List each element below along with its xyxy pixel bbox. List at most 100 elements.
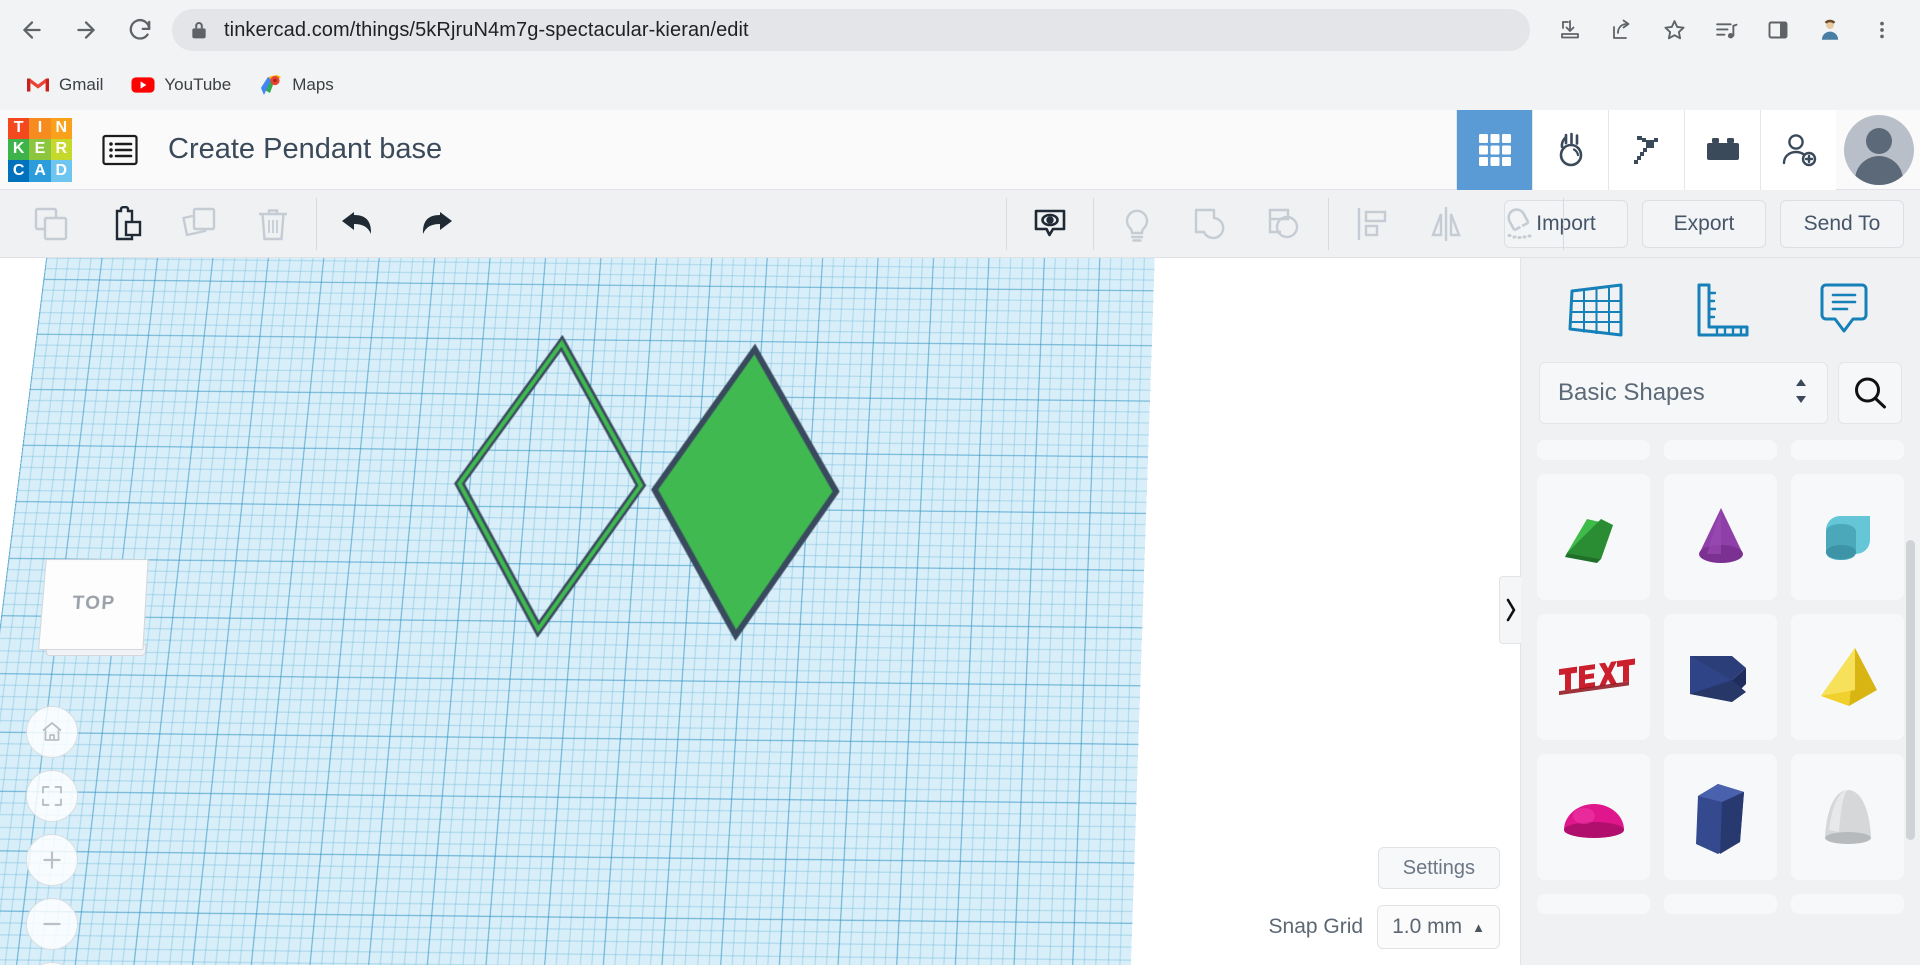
side-panel-icon[interactable]	[1756, 8, 1800, 52]
toolbar-center-group	[1000, 190, 1570, 258]
download-icon[interactable]	[1548, 8, 1592, 52]
shape-grid-wrapper[interactable]	[1521, 440, 1920, 965]
align-button[interactable]	[1335, 190, 1409, 258]
user-avatar[interactable]	[1844, 114, 1914, 185]
canvas-nav-controls	[26, 706, 78, 965]
snap-magnet-button[interactable]	[1483, 190, 1557, 258]
workplane-icon[interactable]	[1558, 271, 1636, 349]
paste-button[interactable]	[88, 190, 162, 258]
invite-person-icon[interactable]	[1760, 109, 1836, 190]
ruler-icon[interactable]	[1681, 271, 1759, 349]
send-to-button[interactable]: Send To	[1780, 199, 1904, 248]
three-dot-menu-icon[interactable]	[1860, 8, 1904, 52]
stepper-arrows-icon	[1793, 375, 1809, 412]
undo-button[interactable]	[323, 190, 397, 258]
lock-icon	[190, 20, 208, 40]
toolbar-divider	[1563, 198, 1564, 250]
logo-letter: E	[29, 138, 51, 161]
bookmark-youtube[interactable]: YouTube	[121, 67, 241, 103]
half-sphere-shape[interactable]	[1537, 754, 1650, 880]
toolbar-divider	[316, 197, 317, 250]
media-list-icon[interactable]	[1704, 8, 1748, 52]
fit-to-view-button[interactable]	[26, 770, 78, 822]
toolbar-divider	[1093, 198, 1094, 250]
ungroup-button[interactable]	[1248, 190, 1322, 258]
toolbar-divider	[1328, 198, 1329, 250]
panel-collapse-button[interactable]	[1499, 576, 1521, 644]
text-shape[interactable]	[1537, 614, 1650, 740]
cone-shape[interactable]	[1664, 474, 1777, 600]
redo-button[interactable]	[397, 190, 471, 258]
logo-letter: D	[50, 160, 72, 182]
shape-tile-partial[interactable]	[1537, 440, 1650, 460]
zoom-out-button[interactable]	[26, 898, 78, 950]
shape-tile-partial[interactable]	[1791, 440, 1904, 460]
grid-apps-icon[interactable]	[1456, 109, 1532, 190]
snap-grid-label: Snap Grid	[1268, 915, 1364, 938]
tinkercad-header: T I N K E R C A D Create Pendant base	[0, 109, 1920, 190]
pyramid-shape[interactable]	[1791, 614, 1904, 740]
search-button[interactable]	[1838, 362, 1902, 424]
browser-nav-bar: tinkercad.com/things/5kRjruN4m7g-spectac…	[0, 0, 1920, 60]
shape-tile-partial[interactable]	[1537, 894, 1650, 914]
diamond-solid-shape[interactable]	[633, 340, 855, 645]
minecraft-pickaxe-icon[interactable]	[1608, 109, 1684, 190]
url-bar[interactable]: tinkercad.com/things/5kRjruN4m7g-spectac…	[172, 9, 1530, 51]
duplicate-button[interactable]	[162, 190, 236, 258]
export-button[interactable]: Export	[1642, 199, 1766, 248]
bookmark-gmail[interactable]: Gmail	[16, 67, 113, 103]
canvas-area[interactable]: Workplane TOP	[0, 258, 1520, 965]
tinkercad-logo[interactable]: T I N K E R C A D	[8, 117, 72, 182]
show-hide-button[interactable]	[1013, 190, 1087, 258]
logo-letter: R	[50, 138, 72, 161]
profile-avatar-icon[interactable]	[1808, 8, 1852, 52]
settings-button[interactable]: Settings	[1377, 847, 1500, 889]
edit-toolbar: Import Export Send To	[0, 190, 1920, 258]
logo-letter: N	[50, 117, 72, 139]
wedge-shape[interactable]	[1537, 474, 1650, 600]
tinkerplay-icon[interactable]	[1532, 109, 1608, 190]
youtube-icon	[131, 73, 155, 97]
project-list-icon[interactable]	[98, 128, 142, 172]
bookmarks-bar: Gmail YouTube Maps	[0, 60, 1920, 110]
zoom-in-button[interactable]	[26, 834, 78, 886]
diamond-outline-shape[interactable]	[436, 334, 662, 638]
back-arrow-icon[interactable]	[10, 8, 54, 52]
logo-letter: A	[29, 160, 51, 182]
half-cylinder-shape[interactable]	[1791, 474, 1904, 600]
polygon-box-shape[interactable]	[1664, 614, 1777, 740]
page-title: Create Pendant base	[168, 133, 443, 165]
shape-category-select[interactable]: Basic Shapes	[1539, 362, 1828, 424]
light-bulb-button[interactable]	[1100, 190, 1174, 258]
snap-grid-select[interactable]: 1.0 mm ▲	[1377, 905, 1500, 949]
paraboloid-shape[interactable]	[1791, 754, 1904, 880]
view-cube-face[interactable]: TOP	[38, 559, 149, 650]
shape-grid	[1537, 440, 1904, 914]
canvas-bottom-controls: Settings Snap Grid 1.0 mm ▲	[1269, 847, 1500, 949]
group-button[interactable]	[1174, 190, 1248, 258]
logo-letter: C	[8, 160, 30, 182]
shape-tile-partial[interactable]	[1664, 440, 1777, 460]
view-cube[interactable]: TOP	[38, 558, 154, 666]
home-view-button[interactable]	[26, 706, 78, 758]
delete-button[interactable]	[236, 190, 310, 258]
shape-tile-partial[interactable]	[1791, 894, 1904, 914]
mirror-button[interactable]	[1409, 190, 1483, 258]
bookmark-label: YouTube	[164, 75, 232, 94]
bookmark-maps[interactable]: Maps	[249, 67, 344, 103]
header-tile-group	[1456, 109, 1920, 190]
lego-brick-icon[interactable]	[1684, 109, 1760, 190]
reload-icon[interactable]	[118, 8, 162, 52]
panel-icon-row	[1521, 258, 1920, 362]
url-text: tinkercad.com/things/5kRjruN4m7g-spectac…	[224, 18, 749, 41]
panel-scrollbar[interactable]	[1906, 540, 1915, 840]
share-icon[interactable]	[1600, 8, 1644, 52]
shape-tile-partial[interactable]	[1664, 894, 1777, 914]
bookmark-star-icon[interactable]	[1652, 8, 1696, 52]
copy-button[interactable]	[14, 190, 88, 258]
forward-arrow-icon[interactable]	[64, 8, 108, 52]
logo-letter: I	[29, 117, 51, 139]
hex-prism-shape[interactable]	[1664, 754, 1777, 880]
note-icon[interactable]	[1805, 271, 1883, 349]
workplane-grid[interactable]: Workplane	[0, 258, 1156, 965]
